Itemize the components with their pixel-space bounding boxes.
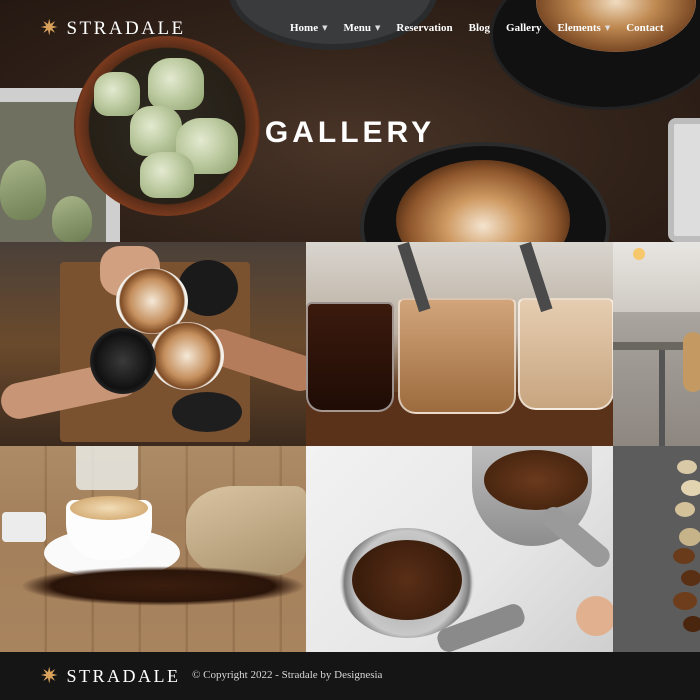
gallery-image-4[interactable] [0,446,306,652]
chevron-down-icon: ▼ [375,24,381,32]
footer-brand-logo[interactable]: ✷ STRADALE [40,663,181,689]
hero-leaf [0,160,46,220]
nav-item-menu[interactable]: Menu ▼ [344,22,381,34]
hero-succulent [94,72,140,116]
footer-brand-name: STRADALE [66,666,181,686]
gallery-image-5[interactable] [306,446,613,652]
nav-item-gallery[interactable]: Gallery [506,22,541,34]
page-title: GALLERY [264,116,436,149]
gallery-image-6[interactable] [613,446,700,652]
chevron-down-icon: ▼ [604,24,611,32]
chevron-down-icon: ▼ [322,24,328,32]
site-footer: ✷ STRADALE © Copyright 2022 - Stradale b… [0,652,700,700]
gallery-image-1[interactable] [0,242,306,446]
hero-succulent [140,152,194,198]
nav-item-contact[interactable]: Contact [626,22,663,34]
nav-item-reservation[interactable]: Reservation [396,22,452,34]
star-icon: ✷ [40,663,59,689]
nav-item-elements[interactable]: Elements ▼ [557,22,610,34]
brand-logo[interactable]: ✷ STRADALE [40,18,186,40]
gallery-image-3[interactable] [613,242,700,446]
gallery-image-2[interactable] [306,242,613,446]
gallery-grid [0,242,700,652]
copyright-text: © Copyright 2022 - Stradale by Designesi… [192,669,383,681]
main-menu: Home ▼ Menu ▼ Reservation Blog Gallery Ele… [290,22,664,34]
brand-name: STRADALE [66,18,186,39]
star-icon: ✷ [40,16,59,41]
top-navigation: ✷ STRADALE Home ▼ Menu ▼ Reservation Blog … [0,0,700,58]
hero-succulent [148,58,204,110]
hero-leaf [52,196,92,242]
nav-item-home[interactable]: Home ▼ [290,22,328,34]
nav-item-blog[interactable]: Blog [469,22,490,34]
